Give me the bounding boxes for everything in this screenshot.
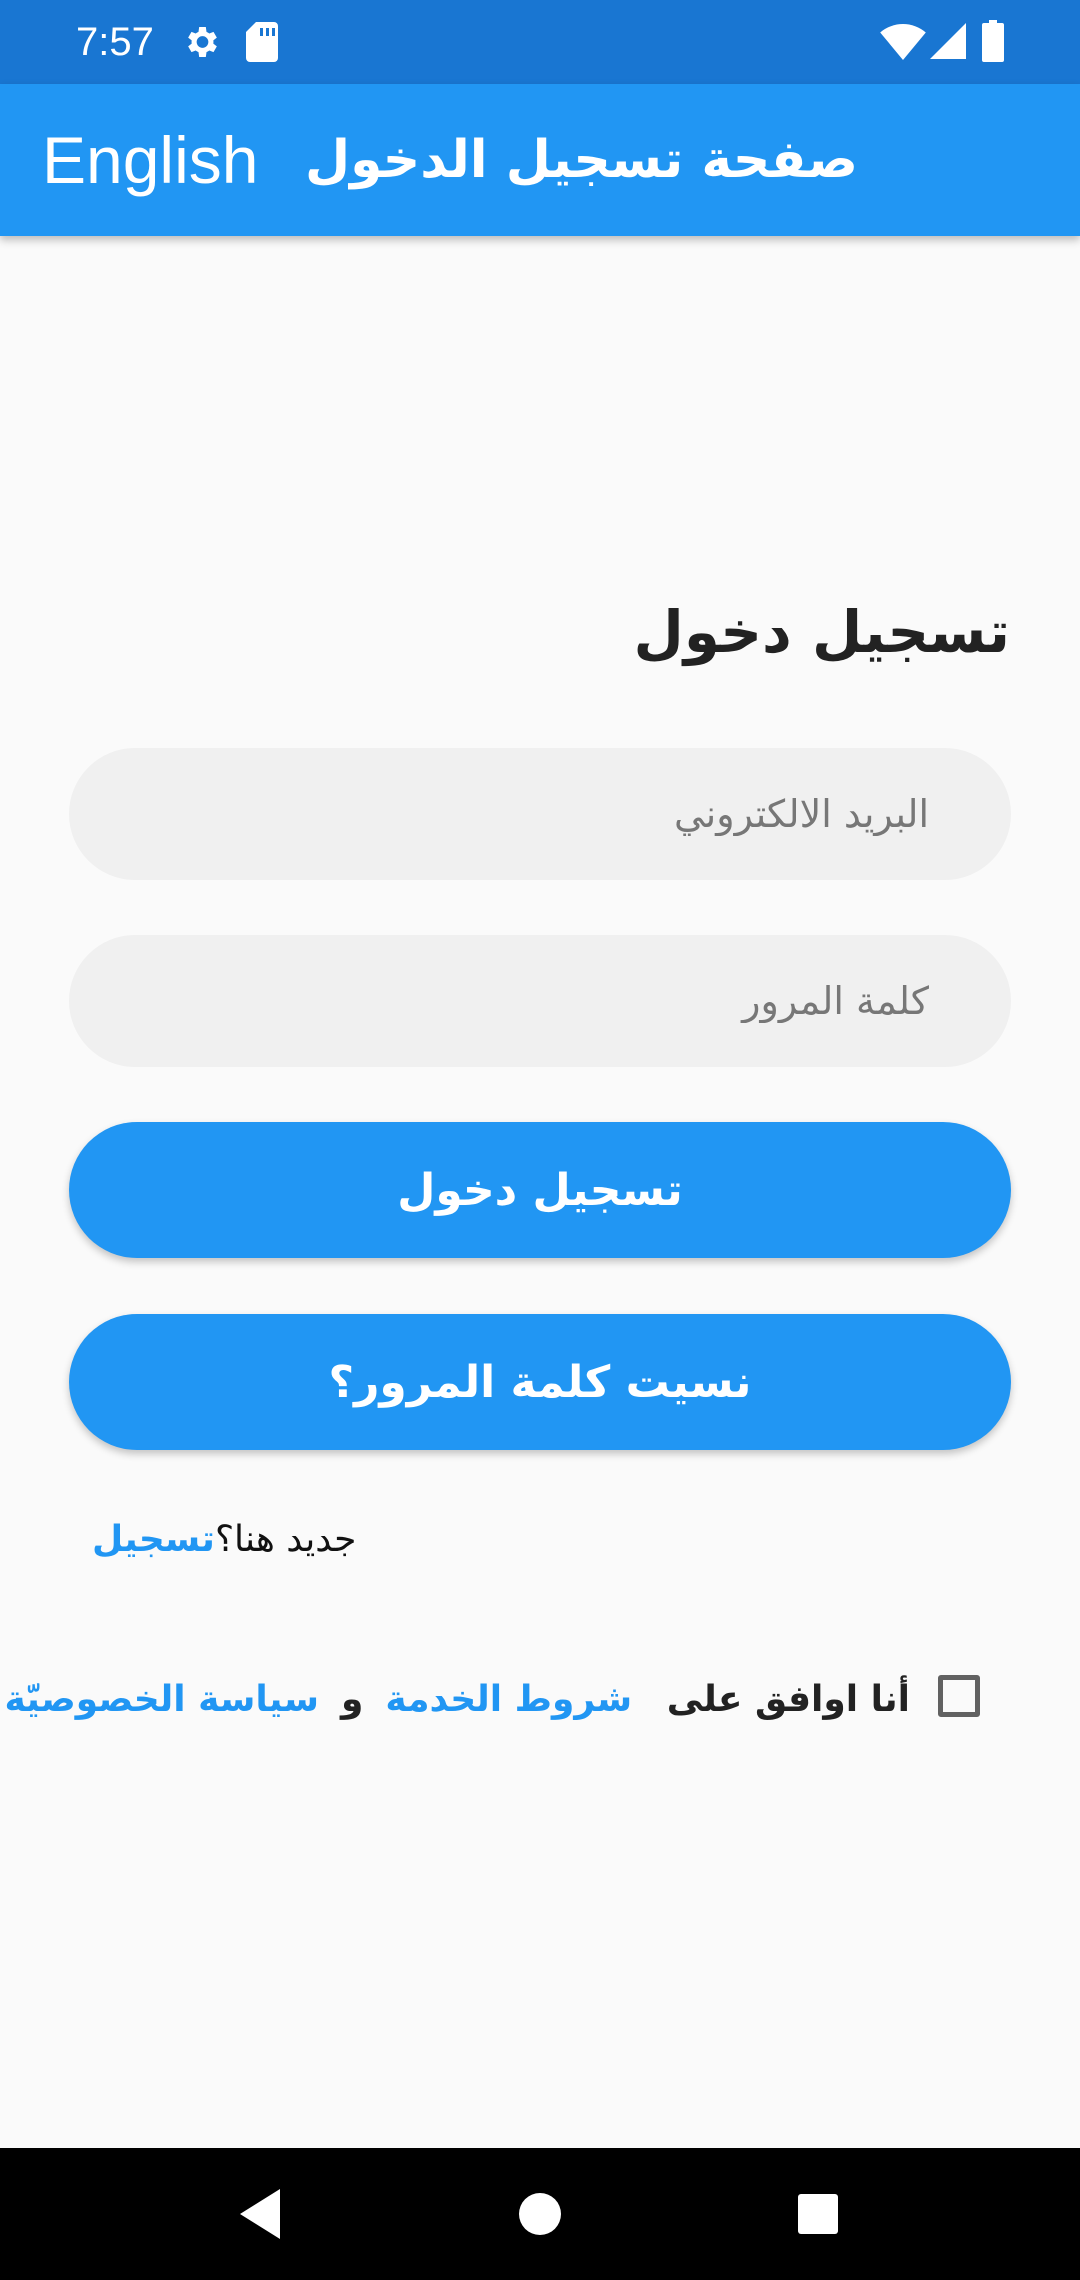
status-time: 7:57 — [76, 20, 154, 64]
language-toggle-button[interactable]: English — [42, 120, 258, 200]
recents-icon[interactable] — [788, 2184, 848, 2244]
terms-of-service-link[interactable]: شروط الخدمة — [385, 1679, 632, 1720]
home-icon[interactable] — [510, 2184, 570, 2244]
battery-icon — [982, 20, 1004, 62]
sd-card-icon — [246, 22, 278, 62]
forgot-password-button[interactable]: نسيت كلمة المرور؟ — [69, 1314, 1011, 1450]
agreement-prefix: أنا اوافق على — [666, 1679, 910, 1720]
signup-prompt-line: جديد هنا؟تسجيل — [92, 1514, 356, 1566]
agreement-and-text: و — [341, 1679, 364, 1720]
settings-gear-icon — [188, 27, 217, 57]
cellular-signal-icon — [930, 23, 966, 59]
status-bar: 7:57 — [0, 0, 1080, 84]
app-bar: English صفحة تسجيل الدخول — [0, 84, 1080, 236]
privacy-policy-link[interactable]: سياسة الخصوصيّة — [4, 1679, 319, 1720]
signup-prompt-text: جديد هنا؟ — [214, 1519, 357, 1560]
login-heading: تسجيل دخول — [633, 598, 1011, 666]
email-input[interactable] — [69, 748, 1011, 880]
wifi-icon — [880, 24, 926, 60]
signup-link[interactable]: تسجيل — [92, 1519, 215, 1560]
back-icon[interactable] — [230, 2184, 290, 2244]
email-field-container — [69, 748, 1011, 880]
agreement-row: أنا اوافق على شروط الخدمة و سياسة الخصوصيّ… — [4, 1670, 1008, 1730]
login-button[interactable]: تسجيل دخول — [69, 1122, 1011, 1258]
agreement-checkbox[interactable] — [938, 1675, 980, 1717]
password-input[interactable] — [69, 935, 1011, 1067]
password-field-container — [69, 935, 1011, 1067]
app-bar-title: صفحة تسجيل الدخول — [305, 130, 859, 190]
agreement-text: أنا اوافق على شروط الخدمة و سياسة الخصوصيّ… — [4, 1670, 910, 1730]
system-navigation-bar — [0, 2148, 1080, 2280]
